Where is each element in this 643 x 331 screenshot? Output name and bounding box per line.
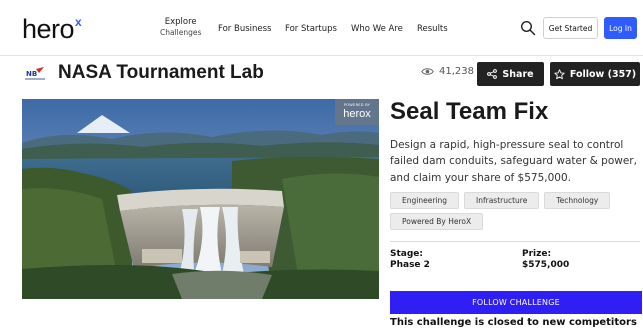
share-icon: [487, 69, 498, 79]
logo-mark: x: [75, 15, 82, 29]
challenge-title: Seal Team Fix: [390, 98, 549, 125]
challenge-hero-image: POWERED BY herox: [22, 99, 379, 299]
top-navigation: herox Explore Challenges For Business Fo…: [0, 0, 643, 56]
nav-for-startups[interactable]: For Startups: [285, 24, 337, 35]
powered-by-herox-badge: POWERED BY herox: [335, 99, 379, 125]
prize-value: $575,000: [522, 259, 570, 270]
herox-badge-logo: herox: [343, 108, 371, 120]
nasa-emblem-icon: NB: [23, 65, 47, 83]
organization-name[interactable]: NASA Tournament Lab: [58, 62, 264, 84]
eye-icon: [421, 68, 434, 75]
tag-engineering[interactable]: Engineering: [390, 192, 459, 209]
stage-info: Stage: Phase 2: [390, 249, 430, 271]
nav-explore-label: Explore: [164, 17, 197, 27]
challenge-tags: Engineering Infrastructure Technology Po…: [390, 192, 640, 230]
get-started-button[interactable]: Get Started: [543, 17, 598, 39]
nasa-logo: NB: [22, 63, 48, 85]
view-count: 41,238: [421, 66, 474, 77]
section-divider: [390, 241, 640, 242]
stage-value: Phase 2: [390, 259, 430, 270]
logo-text: hero: [22, 14, 75, 44]
closed-notice: This challenge is closed to new competit…: [390, 317, 637, 328]
prize-info: Prize: $575,000: [522, 249, 569, 271]
follow-label: Follow (357): [569, 68, 637, 80]
star-icon: [554, 68, 565, 79]
challenge-description: Design a rapid, high-pressure seal to co…: [390, 139, 637, 184]
view-count-value: 41,238: [439, 66, 474, 77]
nav-for-business[interactable]: For Business: [218, 24, 271, 35]
prize-label: Prize:: [522, 249, 552, 259]
follow-button[interactable]: Follow (357): [550, 62, 640, 86]
svg-text:NB: NB: [26, 70, 37, 78]
tag-powered-by-herox[interactable]: Powered By HeroX: [390, 213, 484, 230]
share-label: Share: [502, 68, 534, 80]
nav-who-we-are[interactable]: Who We Are: [351, 24, 403, 35]
dam-illustration: [22, 99, 379, 299]
powered-by-text: POWERED BY: [343, 103, 371, 107]
tag-technology[interactable]: Technology: [544, 192, 611, 209]
search-icon[interactable]: [520, 20, 536, 36]
herox-logo[interactable]: herox: [22, 14, 82, 45]
nav-results[interactable]: Results: [417, 24, 448, 35]
share-button[interactable]: Share: [477, 62, 544, 86]
nav-explore-sub: Challenges: [160, 27, 202, 37]
follow-challenge-button[interactable]: FOLLOW CHALLENGE: [390, 291, 642, 314]
tag-infrastructure[interactable]: Infrastructure: [464, 192, 540, 209]
nav-explore-challenges[interactable]: Explore Challenges: [160, 17, 201, 37]
stage-label: Stage:: [390, 249, 424, 259]
login-button[interactable]: Log In: [604, 17, 637, 39]
